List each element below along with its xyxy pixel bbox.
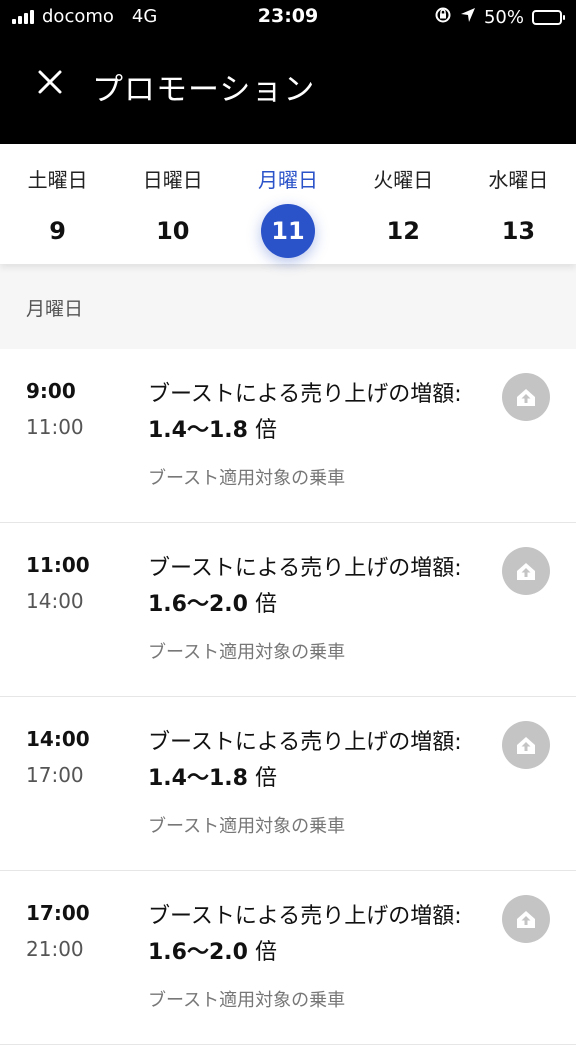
desc-prefix: ブーストによる売り上げの増額: [148, 556, 462, 581]
boost-arrow-icon [517, 389, 535, 406]
status-right: 50% [434, 6, 565, 29]
day-tab-mon[interactable]: 月曜日 11 [230, 144, 345, 264]
boost-subtitle: ブースト適用対象の乗車 [148, 468, 346, 489]
boost-arrow-icon [517, 563, 535, 580]
promotion-row[interactable]: 14:00 17:00 ブーストによる売り上げの増額: 1.4〜1.8 倍 ブー… [0, 697, 576, 871]
boost-subtitle: ブースト適用対象の乗車 [148, 642, 346, 663]
promotion-row[interactable]: 11:00 14:00 ブーストによる売り上げの増額: 1.6〜2.0 倍 ブー… [0, 523, 576, 697]
promotion-row[interactable]: 17:00 21:00 ブーストによる売り上げの増額: 1.6〜2.0 倍 ブー… [0, 871, 576, 1045]
multiplier: 1.4〜1.8 [148, 418, 248, 443]
boost-subtitle: ブースト適用対象の乗車 [148, 816, 346, 837]
desc-prefix: ブーストによる売り上げの増額: [148, 904, 462, 929]
boost-arrow-icon [517, 911, 535, 928]
desc-prefix: ブーストによる売り上げの増額: [148, 730, 462, 755]
boost-description: ブーストによる売り上げの増額: 1.6〜2.0 倍 [148, 899, 468, 971]
day-tab-tue[interactable]: 火曜日 12 [346, 144, 461, 264]
location-icon [460, 7, 476, 28]
desc-suffix: 倍 [247, 592, 277, 617]
day-number-selected: 11 [261, 204, 315, 258]
section-header: 月曜日 [0, 264, 576, 349]
promotion-row[interactable]: 9:00 11:00 ブーストによる売り上げの増額: 1.4〜1.8 倍 ブース… [0, 349, 576, 523]
end-time: 17:00 [26, 763, 84, 787]
day-number: 9 [49, 217, 66, 245]
desc-suffix: 倍 [247, 766, 277, 791]
close-icon [38, 70, 62, 94]
start-time: 11:00 [26, 553, 90, 577]
section-title: 月曜日 [26, 298, 84, 320]
status-bar: docomo 4G 23:09 50% [0, 0, 576, 34]
desc-suffix: 倍 [247, 940, 277, 965]
desc-suffix: 倍 [247, 418, 277, 443]
promotion-list: 9:00 11:00 ブーストによる売り上げの増額: 1.4〜1.8 倍 ブース… [0, 349, 576, 1045]
boost-arrow-icon [517, 737, 535, 754]
boost-description: ブーストによる売り上げの増額: 1.4〜1.8 倍 [148, 725, 468, 797]
day-name: 土曜日 [27, 168, 88, 192]
multiplier: 1.4〜1.8 [148, 766, 248, 791]
day-name: 火曜日 [373, 168, 434, 192]
start-time: 14:00 [26, 727, 90, 751]
day-tab-sun[interactable]: 日曜日 10 [115, 144, 230, 264]
day-name: 日曜日 [142, 168, 203, 192]
start-time: 17:00 [26, 901, 90, 925]
day-tab-wed[interactable]: 水曜日 13 [461, 144, 576, 264]
day-number: 13 [501, 217, 536, 245]
boost-description: ブーストによる売り上げの増額: 1.6〜2.0 倍 [148, 551, 468, 623]
day-name: 月曜日 [258, 168, 318, 192]
multiplier: 1.6〜2.0 [148, 592, 248, 617]
header: プロモーション [0, 34, 576, 144]
day-number: 10 [156, 217, 190, 245]
page-title: プロモーション [92, 72, 316, 108]
rotation-lock-icon [434, 6, 452, 29]
boost-subtitle: ブースト適用対象の乗車 [148, 990, 346, 1011]
boost-button[interactable] [502, 895, 550, 943]
day-selector: 土曜日 9 日曜日 10 月曜日 11 火曜日 12 水曜日 13 [0, 144, 576, 264]
desc-prefix: ブーストによる売り上げの増額: [148, 382, 462, 407]
battery-percent: 50% [483, 7, 524, 28]
end-time: 21:00 [26, 937, 84, 961]
end-time: 14:00 [26, 589, 84, 613]
day-name: 水曜日 [488, 168, 549, 192]
day-number: 12 [386, 217, 420, 245]
boost-description: ブーストによる売り上げの増額: 1.4〜1.8 倍 [148, 377, 468, 449]
boost-button[interactable] [502, 547, 550, 595]
boost-button[interactable] [502, 721, 550, 769]
end-time: 11:00 [26, 415, 84, 439]
battery-icon [532, 10, 565, 25]
close-button[interactable] [30, 62, 70, 102]
start-time: 9:00 [26, 379, 76, 403]
multiplier: 1.6〜2.0 [148, 940, 248, 965]
day-tab-sat[interactable]: 土曜日 9 [0, 144, 115, 264]
boost-button[interactable] [502, 373, 550, 421]
